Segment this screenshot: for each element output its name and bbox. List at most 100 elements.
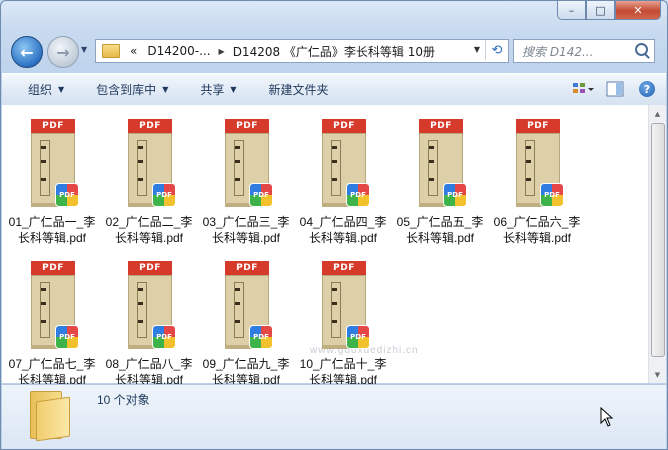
include-in-library-menu[interactable]: 包含到库中 ▼ [76,74,180,105]
pdf-thumbnail: PDF PDF [225,261,273,351]
pdf-band-label: PDF [128,261,172,275]
file-name-line1: 10_广仁品十_李 [299,357,387,371]
file-name-line1: 01_广仁品一_李 [8,215,96,229]
pdf-app-icon: PDF [152,325,176,349]
file-name-line1: 02_广仁品二_李 [105,215,193,229]
file-name: 02_广仁品二_李 长科等辑.pdf [101,214,197,246]
file-item[interactable]: PDF PDF 04_广仁品四_李 长科等辑.pdf [295,111,391,245]
file-item[interactable]: PDF PDF 07_广仁品七_李 长科等辑.pdf [4,253,100,387]
pdf-thumbnail: PDF PDF [322,119,370,209]
pdf-app-icon: PDF [152,183,176,207]
pdf-band-label: PDF [516,119,560,133]
pdf-app-icon: PDF [346,183,370,207]
pdf-app-icon: PDF [249,183,273,207]
pdf-band-label: PDF [31,261,75,275]
file-name-line2: 长科等辑.pdf [405,231,475,245]
organize-label: 组织 [28,83,53,97]
file-name-line2: 长科等辑.pdf [114,231,184,245]
pdf-app-icon: PDF [540,183,564,207]
arrow-left-icon: ← [20,42,34,62]
pdf-thumbnail: PDF PDF [128,261,176,351]
file-item[interactable]: PDF PDF 02_广仁品二_李 长科等辑.pdf [101,111,197,245]
folder-icon [30,391,70,442]
chevron-down-icon: ▼ [162,85,169,94]
pdf-app-icon: PDF [55,325,79,349]
pdf-thumbnail: PDF PDF [31,119,79,209]
pdf-app-icon: PDF [346,325,370,349]
recent-pages-dropdown-icon[interactable]: ▼ [81,45,87,54]
change-view-button[interactable] [572,78,594,100]
scroll-up-icon[interactable]: ▲ [649,105,666,122]
file-name-line2: 长科等辑.pdf [17,231,87,245]
file-name: 01_广仁品一_李 长科等辑.pdf [4,214,100,246]
file-name-line2: 长科等辑.pdf [308,231,378,245]
refresh-button[interactable]: ⟲ [485,40,508,60]
file-name-line1: 08_广仁品八_李 [105,357,193,371]
view-icon [573,83,594,93]
organize-menu[interactable]: 组织 ▼ [2,74,76,105]
file-item[interactable]: PDF PDF 09_广仁品九_李 长科等辑.pdf [198,253,294,387]
file-name-line1: 04_广仁品四_李 [299,215,387,229]
file-item[interactable]: PDF PDF 01_广仁品一_李 长科等辑.pdf [4,111,100,245]
maximize-button[interactable]: □ [586,1,615,20]
scrollbar-thumb[interactable] [651,123,665,357]
details-pane: 10 个对象 [2,384,666,449]
refresh-icon: ⟲ [491,42,503,58]
new-folder-button[interactable]: 新建文件夹 [249,74,341,105]
file-item[interactable]: PDF PDF 03_广仁品三_李 长科等辑.pdf [198,111,294,245]
explorer-window: – □ ✕ ← → ▼ « D14200-... ▶ D14208 《广仁品》李… [0,0,668,450]
navigation-bar: ← → ▼ « D14200-... ▶ D14208 《广仁品》李长科等辑 1… [9,35,659,69]
pdf-thumbnail: PDF PDF [31,261,79,351]
breadcrumb-overflow[interactable]: « [130,44,137,58]
address-dropdown-icon[interactable]: ▼ [474,45,480,54]
file-name-line1: 09_广仁品九_李 [202,357,290,371]
chevron-down-icon: ▼ [58,85,65,94]
address-bar[interactable]: « D14200-... ▶ D14208 《广仁品》李长科等辑 10册 ▼ ⟲ [95,39,509,63]
help-button[interactable]: ? [636,78,658,100]
pdf-thumbnail: PDF PDF [322,261,370,351]
file-item[interactable]: PDF PDF 08_广仁品八_李 长科等辑.pdf [101,253,197,387]
pdf-app-icon: PDF [55,183,79,207]
file-item[interactable]: PDF PDF 10_广仁品十_李 长科等辑.pdf [295,253,391,387]
file-item[interactable]: PDF PDF 05_广仁品五_李 长科等辑.pdf [392,111,488,245]
file-name-line1: 07_广仁品七_李 [8,357,96,371]
pdf-thumbnail: PDF PDF [225,119,273,209]
pdf-thumbnail: PDF PDF [516,119,564,209]
breadcrumb-separator-icon[interactable]: ▶ [219,47,225,56]
pdf-band-label: PDF [225,261,269,275]
file-name-line2: 长科等辑.pdf [211,231,281,245]
close-button[interactable]: ✕ [615,1,661,20]
item-count: 10 个对象 [97,393,150,407]
include-in-library-label: 包含到库中 [96,83,157,97]
pdf-thumbnail: PDF PDF [419,119,467,209]
breadcrumb-item-parent[interactable]: D14200-... [147,44,210,58]
breadcrumb-item-current[interactable]: D14208 《广仁品》李长科等辑 10册 [233,43,435,60]
back-button[interactable]: ← [11,36,43,68]
chevron-down-icon: ▼ [230,85,237,94]
file-name: 04_广仁品四_李 长科等辑.pdf [295,214,391,246]
mouse-pointer-icon [600,407,614,427]
search-box[interactable]: 搜索 D142... [513,39,655,63]
share-menu[interactable]: 共享 ▼ [180,74,248,105]
help-icon: ? [639,81,655,97]
file-name: 03_广仁品三_李 长科等辑.pdf [198,214,294,246]
file-name-line1: 06_广仁品六_李 [493,215,581,229]
vertical-scrollbar[interactable]: ▲ ▼ [648,105,666,383]
arrow-right-icon: → [56,42,70,62]
pdf-thumbnail: PDF PDF [128,119,176,209]
pdf-band-label: PDF [419,119,463,133]
pdf-band-label: PDF [322,119,366,133]
new-folder-label: 新建文件夹 [268,83,329,97]
file-item[interactable]: PDF PDF 06_广仁品六_李 长科等辑.pdf [489,111,585,245]
search-icon [635,43,648,56]
file-name: 05_广仁品五_李 长科等辑.pdf [392,214,488,246]
file-name-line1: 03_广仁品三_李 [202,215,290,229]
preview-pane-button[interactable] [604,78,626,100]
scroll-down-icon[interactable]: ▼ [649,366,666,383]
file-list-view[interactable]: www.guoxuedizhi.cn PDF PDF 01_广仁品一_李 长科等辑.p… [2,105,649,387]
command-bar: 组织 ▼ 包含到库中 ▼ 共享 ▼ 新建文件夹 ? [2,73,666,106]
minimize-button[interactable]: – [557,1,586,20]
forward-button[interactable]: → [47,36,79,68]
pdf-app-icon: PDF [249,325,273,349]
pdf-band-label: PDF [322,261,366,275]
